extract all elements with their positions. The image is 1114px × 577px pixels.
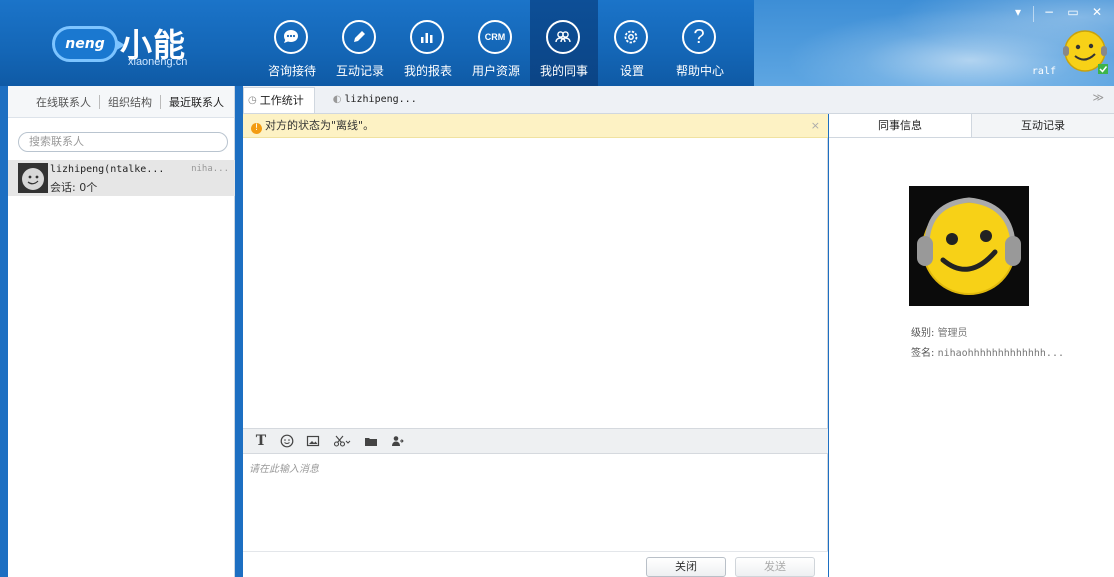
restore-icon[interactable]: ▭ bbox=[1064, 4, 1082, 20]
contact-name: lizhipeng(ntalke... bbox=[50, 164, 165, 175]
nav-label: 我的报表 bbox=[403, 64, 452, 78]
tab-label: lizhipeng... bbox=[344, 94, 417, 105]
info-tabs: 同事信息 互动记录 bbox=[829, 114, 1114, 138]
panel-divider bbox=[235, 86, 243, 577]
message-toolbar: T bbox=[243, 428, 828, 454]
user-status-icon: ◐ bbox=[332, 94, 342, 105]
main-nav: 咨询接待 互动记录 我的报表 CRM 用户资源 我的同事 设置 ? 帮助中心 bbox=[258, 0, 734, 86]
conversation-tabs: ◷ 工作统计 ◐ lizhipeng... ≫ bbox=[243, 86, 1114, 114]
logo-badge: neng bbox=[52, 26, 125, 62]
nav-consult[interactable]: 咨询接待 bbox=[258, 0, 326, 86]
gear-icon bbox=[614, 20, 648, 54]
tab-recent-contacts[interactable]: 最近联系人 bbox=[161, 94, 232, 110]
nav-settings[interactable]: 设置 bbox=[598, 0, 666, 86]
avatar bbox=[18, 163, 48, 193]
top-bar: neng 小能 xiaoneng.cn 咨询接待 互动记录 我的报表 CRM 用… bbox=[0, 0, 1114, 86]
app-logo: neng 小能 xiaoneng.cn bbox=[52, 16, 202, 68]
current-user-name: ralf bbox=[1031, 66, 1056, 77]
nav-user-resources[interactable]: CRM 用户资源 bbox=[462, 0, 530, 86]
tab-colleague-info[interactable]: 同事信息 bbox=[829, 114, 972, 137]
tab-conversation-lizhipeng[interactable]: ◐ lizhipeng... bbox=[329, 87, 427, 113]
close-icon[interactable]: ✕ bbox=[1088, 4, 1106, 20]
signature-value: nihaohhhhhhhhhhhhh... bbox=[937, 348, 1064, 359]
colleague-info-panel: 同事信息 互动记录 级别: 管理员 签名: nihaohhhhhhhhhhhhh… bbox=[829, 114, 1114, 577]
nav-label: 我的同事 bbox=[539, 64, 588, 78]
level-value: 管理员 bbox=[937, 328, 968, 339]
contacts-panel: 在线联系人 组织结构 最近联系人 搜索联系人 lizhipeng(ntalke.… bbox=[8, 86, 235, 577]
image-icon[interactable] bbox=[305, 433, 321, 449]
contact-session-count: 会话: 0个 bbox=[50, 181, 98, 194]
notice-text: 对方的状态为"离线"。 bbox=[265, 119, 375, 132]
message-input[interactable]: 请在此输入消息 bbox=[243, 455, 828, 551]
chat-area: ! 对方的状态为"离线"。 × T 请在此输入消息 关闭 发送 bbox=[243, 114, 828, 577]
colleague-signature: 签名: nihaohhhhhhhhhhhhh... bbox=[911, 344, 1064, 359]
font-icon[interactable]: T bbox=[253, 433, 269, 449]
help-icon: ? bbox=[682, 20, 716, 54]
nav-label: 设置 bbox=[619, 64, 644, 78]
nav-label: 帮助中心 bbox=[675, 64, 724, 78]
bar-chart-icon bbox=[410, 20, 444, 54]
crm-icon-text: CRM bbox=[484, 32, 506, 42]
nav-interaction-records[interactable]: 互动记录 bbox=[326, 0, 394, 86]
status-notice: ! 对方的状态为"离线"。 × bbox=[243, 114, 828, 138]
tab-organization[interactable]: 组织结构 bbox=[100, 94, 160, 110]
close-button[interactable]: 关闭 bbox=[646, 557, 726, 577]
window-controls: ▾ − ▭ ✕ bbox=[1009, 4, 1106, 24]
contact-tabs: 在线联系人 组织结构 最近联系人 bbox=[8, 86, 234, 118]
emoji-icon[interactable] bbox=[279, 433, 295, 449]
minimize-icon[interactable]: − bbox=[1040, 4, 1058, 20]
crm-icon: CRM bbox=[478, 20, 512, 54]
nav-help[interactable]: ? 帮助中心 bbox=[666, 0, 734, 86]
contact-list-item[interactable]: lizhipeng(ntalke... niha... 会话: 0个 bbox=[8, 160, 235, 196]
search-contacts-input[interactable]: 搜索联系人 bbox=[18, 132, 228, 152]
chat-bubble-icon bbox=[274, 20, 308, 54]
nav-colleagues[interactable]: 我的同事 bbox=[530, 0, 598, 86]
tab-work-stats[interactable]: ◷ 工作统计 bbox=[243, 87, 315, 113]
tab-interaction-records[interactable]: 互动记录 bbox=[972, 114, 1114, 137]
nav-label: 咨询接待 bbox=[267, 64, 316, 78]
colleague-avatar bbox=[909, 186, 1029, 306]
clock-icon: ◷ bbox=[248, 94, 257, 106]
help-icon-text: ? bbox=[693, 25, 705, 48]
nav-label: 互动记录 bbox=[335, 64, 384, 78]
colleague-level: 级别: 管理员 bbox=[911, 324, 968, 339]
send-button[interactable]: 发送 bbox=[735, 557, 815, 577]
collapse-chevron-icon[interactable]: ≫ bbox=[1092, 91, 1104, 104]
nav-label: 用户资源 bbox=[471, 64, 520, 78]
colleagues-icon bbox=[546, 20, 580, 54]
tab-label: 工作统计 bbox=[259, 93, 304, 107]
notice-close-icon[interactable]: × bbox=[811, 114, 820, 138]
tab-online-contacts[interactable]: 在线联系人 bbox=[28, 94, 99, 110]
warning-icon: ! bbox=[251, 123, 262, 134]
window-control-divider bbox=[1033, 6, 1034, 22]
transfer-icon[interactable] bbox=[389, 433, 405, 449]
nav-reports[interactable]: 我的报表 bbox=[394, 0, 462, 86]
contact-signature: niha... bbox=[191, 164, 229, 174]
chat-footer: 关闭 发送 bbox=[243, 551, 828, 577]
screenshot-icon[interactable] bbox=[331, 433, 353, 449]
pencil-icon bbox=[342, 20, 376, 54]
logo-domain: xiaoneng.cn bbox=[128, 56, 188, 68]
menu-arrow-icon[interactable]: ▾ bbox=[1009, 4, 1027, 20]
level-label: 级别: bbox=[911, 328, 938, 339]
current-user-avatar[interactable] bbox=[1060, 26, 1110, 76]
folder-icon[interactable] bbox=[363, 433, 379, 449]
signature-label: 签名: bbox=[911, 348, 938, 359]
